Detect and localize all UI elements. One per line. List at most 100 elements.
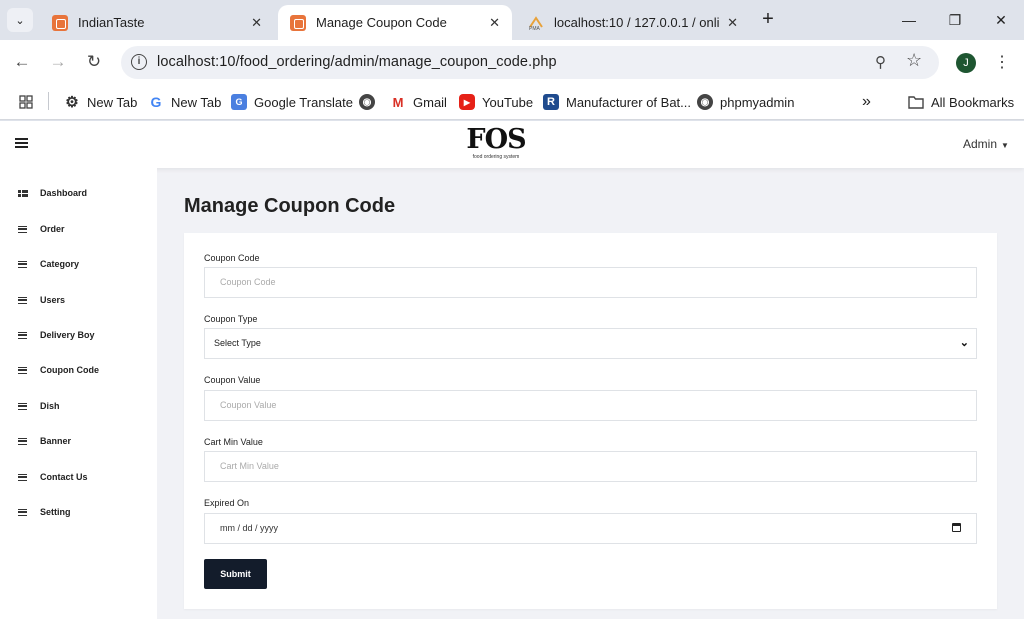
bookmark-google-translate[interactable]: G Google Translate [231, 92, 353, 112]
close-icon[interactable]: ✕ [727, 15, 738, 31]
chevron-down-icon: ⌄ [959, 337, 969, 349]
apps-button[interactable] [18, 92, 41, 112]
restore-button[interactable]: ❐ [940, 8, 970, 32]
list-icon [18, 437, 27, 445]
list-icon [18, 225, 27, 233]
sidebar: Dashboard Order Category Users Delivery … [0, 168, 157, 619]
tab-manage-coupon-code[interactable]: Manage Coupon Code ✕ [278, 5, 512, 40]
sidebar-item-label: Contact Us [40, 472, 88, 482]
sidebar-item-users[interactable]: Users [18, 292, 65, 308]
submit-button[interactable]: Submit [204, 559, 267, 589]
sidebar-item-order[interactable]: Order [18, 221, 65, 237]
profile-avatar[interactable]: J [956, 53, 976, 73]
tab-title: IndianTaste [78, 15, 145, 30]
reload-button[interactable]: ↻ [82, 50, 106, 74]
globe-icon: ◉ [359, 94, 375, 110]
restore-icon: ❐ [948, 12, 962, 28]
xampp-favicon-icon [290, 14, 306, 31]
caret-down-icon: ▼ [1001, 141, 1009, 150]
site-info-icon[interactable]: i [131, 54, 147, 70]
more-bookmarks-button[interactable]: » [862, 92, 871, 112]
fos-logo[interactable]: FOS food ordering system [466, 126, 526, 164]
list-icon [18, 366, 27, 374]
coupon-value-input[interactable]: Coupon Value [204, 390, 977, 421]
date-placeholder: mm / dd / yyyy [220, 523, 279, 533]
gear-icon: ⚙ [65, 94, 79, 111]
admin-user-menu[interactable]: Admin ▼ [963, 137, 1009, 151]
sidebar-item-label: Dashboard [40, 188, 88, 198]
app-header: FOS food ordering system Admin ▼ [0, 121, 1024, 168]
url-text[interactable]: localhost:10/food_ordering/admin/manage_… [157, 54, 557, 70]
list-icon [18, 508, 27, 516]
bookmarks-bar: ⚙ New Tab G New Tab G Google Translate ◉… [0, 84, 1024, 120]
list-icon [18, 296, 27, 304]
plus-icon: + [762, 8, 774, 30]
admin-app: FOS food ordering system Admin ▼ Dashboar… [0, 121, 1024, 619]
sidebar-item-label: Banner [40, 436, 72, 446]
sidebar-item-category[interactable]: Category [18, 256, 79, 272]
phpmyadmin-favicon-icon: PMA [528, 15, 544, 32]
sidebar-item-label: Users [40, 295, 66, 305]
sidebar-item-label: Delivery Boy [40, 330, 95, 340]
calendar-icon[interactable] [952, 523, 961, 532]
folder-icon [908, 94, 924, 110]
coupon-type-select[interactable]: Select Type ⌄ [204, 328, 977, 359]
close-icon[interactable]: ✕ [489, 15, 500, 31]
back-button[interactable]: ← [10, 50, 34, 74]
globe-icon: ◉ [697, 94, 713, 110]
minimize-icon: — [902, 12, 916, 28]
forward-button[interactable]: → [46, 50, 70, 74]
svg-text:PMA: PMA [529, 26, 541, 31]
new-tab-button[interactable]: + [757, 9, 779, 31]
minimize-button[interactable]: — [894, 8, 924, 32]
close-icon[interactable]: ✕ [251, 15, 262, 31]
sidebar-item-label: Dish [40, 401, 60, 411]
tab-title: Manage Coupon Code [316, 15, 447, 30]
bookmark-gmail[interactable]: M Gmail [390, 92, 447, 112]
coupon-type-label: Coupon Type [204, 314, 258, 324]
sidebar-item-delivery-boy[interactable]: Delivery Boy [18, 327, 95, 343]
bookmark-divider [48, 92, 49, 110]
tab-search-button[interactable]: ⌄ [7, 8, 33, 32]
sidebar-item-banner[interactable]: Banner [18, 433, 71, 449]
tab-indiantaste[interactable]: IndianTaste ✕ [40, 5, 274, 40]
logo-tagline: food ordering system [472, 154, 520, 160]
bookmark-new-tab-1[interactable]: ⚙ New Tab [64, 92, 137, 112]
tab-phpmyadmin[interactable]: PMA localhost:10 / 127.0.0.1 / online ✕ [516, 5, 750, 40]
browser-toolbar: ← → ↻ i localhost:10/food_ordering/admin… [0, 40, 1024, 84]
bookmark-star-icon[interactable]: ☆ [906, 50, 922, 71]
bookmark-phpmyadmin[interactable]: ◉ phpmyadmin [697, 92, 794, 112]
bookmark-globe[interactable]: ◉ [359, 92, 382, 112]
reload-icon: ↻ [86, 52, 102, 71]
logo-text: FOS [466, 124, 526, 155]
sidebar-item-dish[interactable]: Dish [18, 398, 60, 414]
close-window-button[interactable]: ✕ [986, 8, 1016, 32]
sidebar-item-label: Setting [40, 507, 71, 517]
youtube-icon: ▶ [459, 94, 475, 110]
sidebar-item-contact-us[interactable]: Contact Us [18, 469, 88, 485]
translate-icon: G [231, 94, 247, 110]
coupon-code-input[interactable]: Coupon Code [204, 267, 977, 298]
sidebar-item-dashboard[interactable]: Dashboard [18, 185, 87, 201]
sidebar-item-coupon-code[interactable]: Coupon Code [18, 362, 99, 378]
bookmark-manufacturer[interactable]: R Manufacturer of Bat... [543, 92, 691, 112]
all-bookmarks-button[interactable]: All Bookmarks [908, 92, 1014, 112]
list-icon [18, 331, 27, 339]
bookmark-label: New Tab [87, 94, 138, 110]
bookmark-new-tab-2[interactable]: G New Tab [148, 92, 222, 112]
xampp-favicon-icon [52, 14, 68, 31]
cart-min-value-input[interactable]: Cart Min Value [204, 451, 977, 482]
hamburger-menu-icon[interactable] [15, 138, 28, 148]
sidebar-item-setting[interactable]: Setting [18, 504, 71, 520]
arrow-left-icon: ← [13, 52, 31, 71]
bookmark-label: Google Translate [254, 94, 354, 110]
address-bar[interactable]: i localhost:10/food_ordering/admin/manag… [121, 46, 939, 79]
double-chevron-right-icon: » [862, 93, 871, 110]
coupon-form-card: Coupon Code Coupon Code Coupon Type Sele… [184, 233, 997, 609]
expired-on-date-input[interactable]: mm / dd / yyyy [204, 513, 977, 544]
zoom-icon[interactable]: ⚲ [875, 53, 886, 71]
coupon-type-selected: Select Type [214, 338, 261, 348]
apps-grid-icon [18, 94, 34, 110]
browser-menu-icon[interactable]: ⋮ [994, 52, 1010, 72]
bookmark-youtube[interactable]: ▶ YouTube [459, 92, 533, 112]
